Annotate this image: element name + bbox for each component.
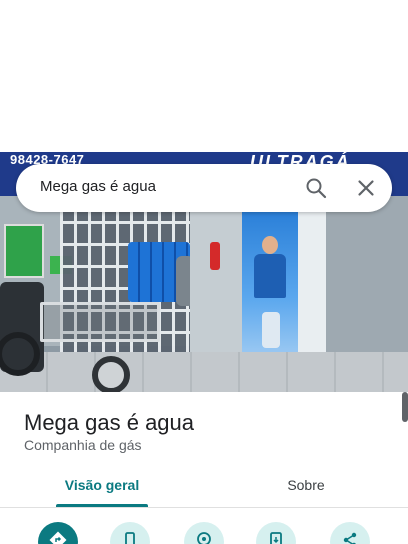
search-input[interactable]: Mega gas é agua <box>40 178 156 195</box>
poster-person-head <box>262 236 278 254</box>
panel-scrollbar[interactable] <box>402 392 408 422</box>
phone-icon <box>120 530 140 544</box>
search-bar[interactable]: Mega gas é agua <box>16 164 392 212</box>
pillar <box>190 208 242 358</box>
save-to-phone-icon <box>266 530 286 544</box>
cart-wheel <box>92 356 130 392</box>
tab-bar: Visão geral Sobre <box>0 468 408 508</box>
share-button[interactable] <box>330 522 370 544</box>
send-to-phone-button[interactable] <box>256 522 296 544</box>
directions-icon <box>48 530 68 544</box>
fire-extinguisher <box>210 242 220 270</box>
place-details-panel: Mega gas é agua Companhia de gás Visão g… <box>0 392 408 544</box>
action-buttons <box>0 522 408 544</box>
call-button[interactable] <box>110 522 150 544</box>
map-pin-icon <box>194 530 214 544</box>
door-frame <box>298 210 326 356</box>
storefront-wall-right <box>322 196 408 356</box>
poster-water-bottle <box>262 312 280 348</box>
close-icon[interactable] <box>354 176 378 200</box>
active-tab-indicator <box>56 504 148 507</box>
place-title: Mega gas é agua <box>24 410 195 435</box>
nearby-button[interactable] <box>184 522 224 544</box>
tab-about[interactable]: Sobre <box>204 468 408 508</box>
green-poster <box>4 224 44 278</box>
share-icon <box>340 530 360 544</box>
place-category: Companhia de gás <box>24 437 142 453</box>
poster-person-body <box>254 254 286 298</box>
delivery-cart <box>40 302 160 342</box>
sidewalk <box>0 352 408 392</box>
search-icon[interactable] <box>304 176 328 200</box>
tab-overview[interactable]: Visão geral <box>0 468 204 508</box>
directions-button[interactable] <box>38 522 78 544</box>
